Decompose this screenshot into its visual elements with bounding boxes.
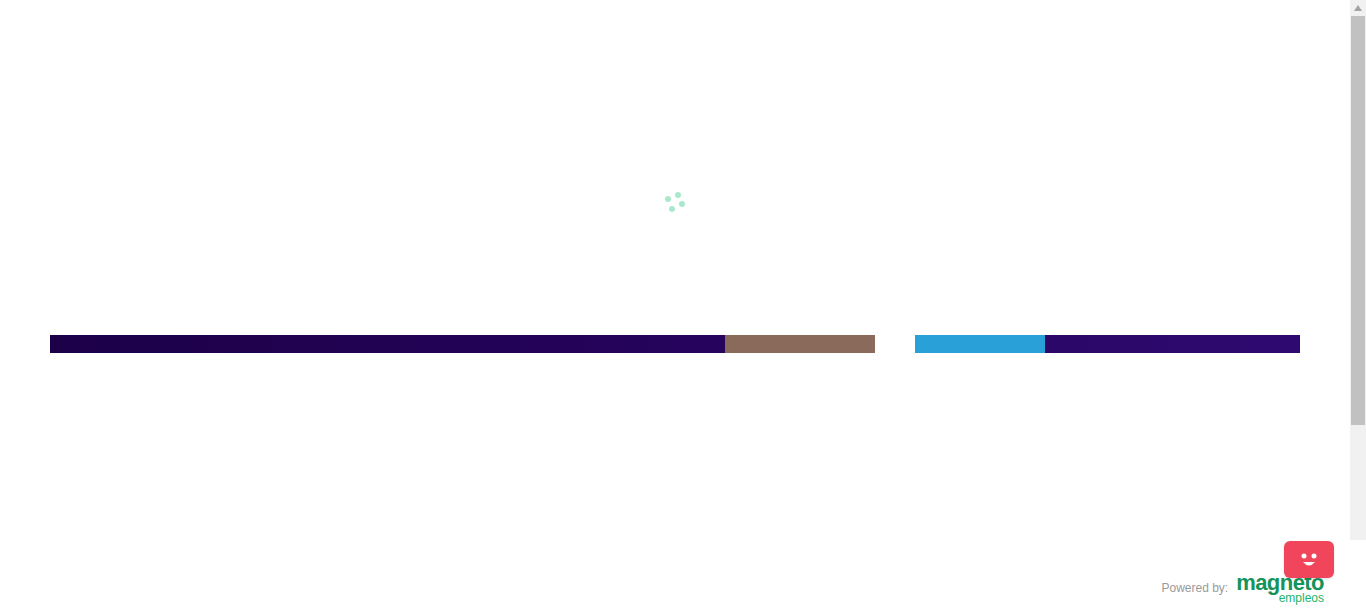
scrollbar[interactable]: [1350, 0, 1366, 540]
banner: [50, 335, 1300, 353]
arrow-up-icon: [1354, 5, 1362, 11]
chat-widget[interactable]: [1284, 541, 1334, 578]
page: Powered by:magnetoempleos: [0, 0, 1366, 612]
loading-spinner-icon: [663, 191, 687, 215]
smiley-icon: [1297, 550, 1321, 570]
powered-by-label: Powered by:: [1161, 579, 1228, 597]
scrollbar-thumb[interactable]: [1351, 16, 1365, 425]
banner-image: [725, 335, 1045, 353]
loading-area: [0, 0, 1350, 335]
footer: Powered by:magnetoempleos: [0, 572, 1350, 612]
main: Powered by:magnetoempleos: [0, 0, 1350, 612]
scroll-up-button[interactable]: [1350, 0, 1366, 16]
